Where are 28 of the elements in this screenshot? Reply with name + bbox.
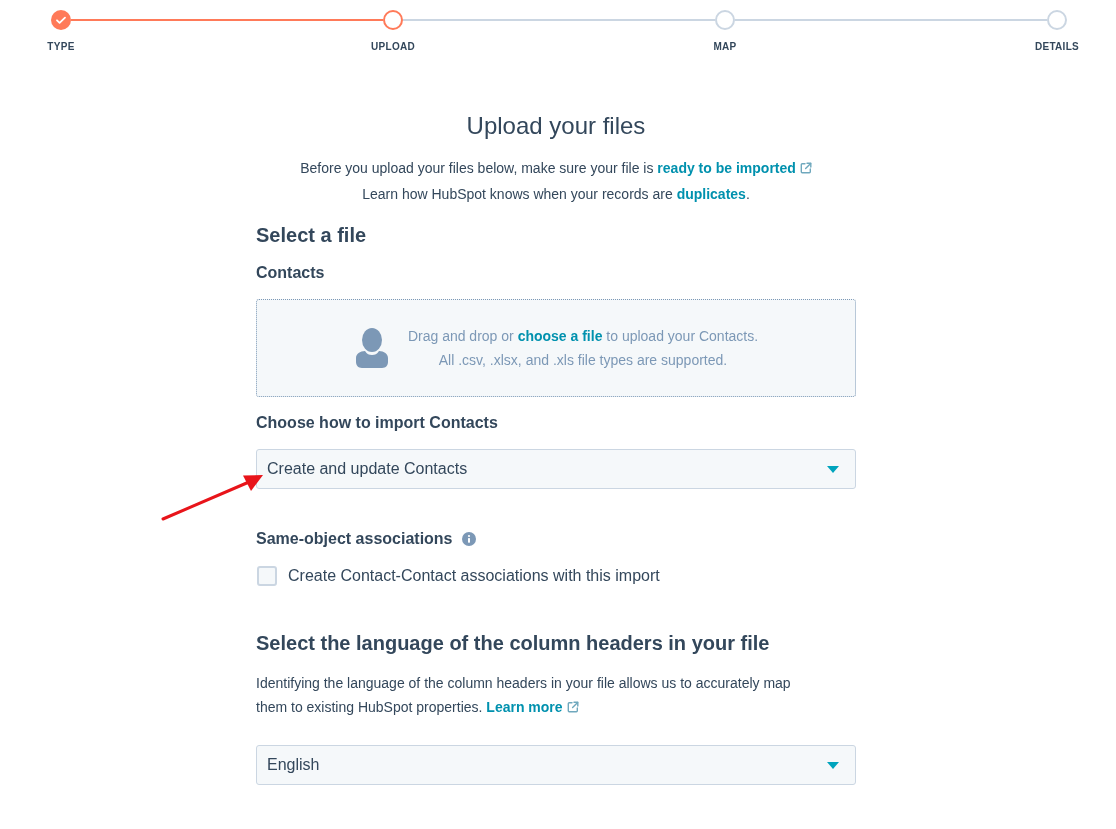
import-mode-select[interactable]: Create and update Contacts: [256, 449, 856, 489]
checkbox-label: Create Contact-Contact associations with this import: [288, 566, 660, 586]
choose-file-link[interactable]: choose a file: [517, 328, 603, 344]
step-label: TYPE: [47, 41, 75, 53]
intro-text: Learn how HubSpot knows when your records are duplicates.: [362, 185, 750, 204]
section-description: Identifying the language of the column headers in your file allows us to accurately map them to existing HubSpot properties. Learn more: [256, 674, 792, 717]
checkbox[interactable]: [257, 566, 277, 586]
section-heading: Select a file: [256, 223, 368, 248]
dropzone-text: Drag and drop or choose a file to upload your Contacts.: [407, 327, 759, 346]
help-link[interactable]: duplicates: [676, 186, 746, 202]
intro-text: Before you upload your files below, make sure your file is ready to be imported: [300, 155, 812, 181]
step-label: MAP: [713, 41, 737, 53]
person-icon: [353, 328, 390, 368]
field-label: Contacts: [256, 263, 326, 283]
page-title: Upload your files: [465, 111, 647, 141]
language-select[interactable]: English: [256, 745, 856, 785]
learn-more-link[interactable]: Learn more: [486, 699, 579, 715]
step-label: UPLOAD: [371, 41, 415, 53]
step-label: DETAILS: [1034, 41, 1080, 53]
dropzone-hint: All .csv, .xlsx, and .xls file types are supported.: [438, 351, 728, 370]
caret-icon: [827, 465, 839, 473]
field-label: Same-object associations: [256, 529, 453, 549]
section-heading: Select the language of the column headers in your file: [256, 631, 771, 656]
file-dropzone[interactable]: Drag and drop or choose a file to upload your Contacts. All .csv, .xlsx, and .xls file types are supported.: [256, 299, 856, 397]
help-link[interactable]: ready to be imported: [657, 160, 812, 176]
field-label: Choose how to import Contacts: [256, 413, 499, 433]
caret-icon: [827, 761, 839, 769]
info-icon[interactable]: [461, 532, 476, 546]
